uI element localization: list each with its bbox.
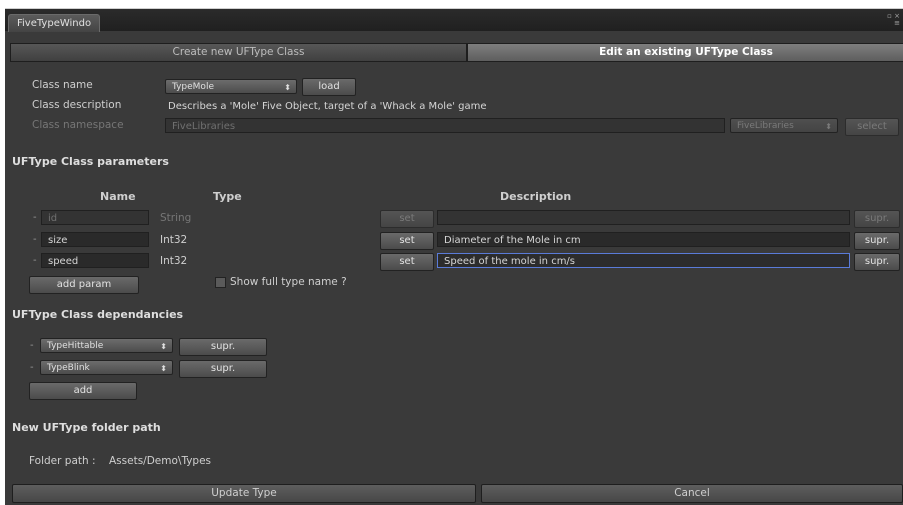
dependency-value: TypeHittable <box>47 341 104 351</box>
param-set-button[interactable]: set <box>380 253 434 271</box>
cancel-button[interactable]: Cancel <box>481 484 903 503</box>
param-name-field[interactable]: speed <box>41 253 149 268</box>
select-namespace-button[interactable]: select <box>845 118 899 136</box>
param-description-field[interactable]: Diameter of the Mole in cm <box>437 232 850 247</box>
param-type: String <box>160 212 192 224</box>
chevron-down-icon: ⬍ <box>825 122 832 131</box>
namespace-dropdown-value: FiveLibraries <box>737 121 794 131</box>
dependency-remove-button[interactable]: supr. <box>179 338 267 356</box>
param-remove-button[interactable]: supr. <box>854 253 900 271</box>
class-description-field[interactable]: Describes a 'Mole' Five Object, target o… <box>165 98 898 113</box>
param-description-field[interactable] <box>437 210 850 225</box>
dependency-value: TypeBlink <box>47 363 90 373</box>
param-remove-marker: - <box>33 255 37 266</box>
param-name-field[interactable]: id <box>41 210 149 225</box>
show-full-type-label: Show full type name ? <box>230 276 347 288</box>
class-name-label: Class name <box>32 79 93 91</box>
class-namespace-field[interactable]: FiveLibraries <box>165 118 725 133</box>
editor-window: FiveTypeWindo ▫ × ≡ Create new UFType Cl… <box>5 8 903 505</box>
chevron-down-icon: ⬍ <box>160 364 167 373</box>
param-set-button[interactable]: set <box>380 232 434 250</box>
deps-header: UFType Class dependancies <box>12 308 184 321</box>
window-titlebar: FiveTypeWindo ▫ × ≡ <box>5 9 903 32</box>
chevron-down-icon: ⬍ <box>284 83 291 92</box>
param-remove-marker: - <box>33 234 37 245</box>
mode-tabs: Create new UFType Class Edit an existing… <box>10 43 903 62</box>
class-name-dropdown[interactable]: TypeMole ⬍ <box>165 79 297 94</box>
chevron-down-icon: ⬍ <box>160 342 167 351</box>
dep-remove-marker: - <box>30 340 34 351</box>
param-remove-button[interactable]: supr. <box>854 210 900 228</box>
dependency-dropdown[interactable]: TypeBlink ⬍ <box>40 360 173 375</box>
folder-path-value: Assets/Demo\Types <box>109 455 212 467</box>
param-type: Int32 <box>160 255 188 267</box>
col-description-header: Description <box>500 190 572 203</box>
folder-path-label: Folder path : <box>29 455 96 467</box>
tab-create-class[interactable]: Create new UFType Class <box>10 43 467 62</box>
col-name-header: Name <box>100 190 136 203</box>
param-remove-button[interactable]: supr. <box>854 232 900 250</box>
param-name-field[interactable]: size <box>41 232 149 247</box>
dependency-dropdown[interactable]: TypeHittable ⬍ <box>40 338 173 353</box>
dependency-remove-button[interactable]: supr. <box>179 360 267 378</box>
param-remove-marker: - <box>33 212 37 223</box>
namespace-dropdown[interactable]: FiveLibraries ⬍ <box>730 118 838 133</box>
param-set-button[interactable]: set <box>380 210 434 228</box>
folder-header: New UFType folder path <box>12 421 161 434</box>
add-dependency-button[interactable]: add <box>29 382 137 400</box>
load-button[interactable]: load <box>302 78 356 96</box>
class-namespace-label: Class namespace <box>32 119 124 131</box>
col-type-header: Type <box>213 190 242 203</box>
tab-edit-class[interactable]: Edit an existing UFType Class <box>467 43 903 62</box>
class-description-label: Class description <box>32 99 122 111</box>
param-type: Int32 <box>160 234 188 246</box>
update-type-button[interactable]: Update Type <box>12 484 476 503</box>
class-name-value: TypeMole <box>172 82 214 92</box>
window-tab[interactable]: FiveTypeWindo <box>8 14 101 32</box>
show-full-type-checkbox[interactable] <box>215 277 226 288</box>
param-description-field[interactable]: Speed of the mole in cm/s <box>437 253 850 268</box>
add-param-button[interactable]: add param <box>29 276 139 294</box>
params-header: UFType Class parameters <box>12 155 169 168</box>
dep-remove-marker: - <box>30 362 34 373</box>
window-menu-icon[interactable]: ▫ × ≡ <box>887 13 900 27</box>
